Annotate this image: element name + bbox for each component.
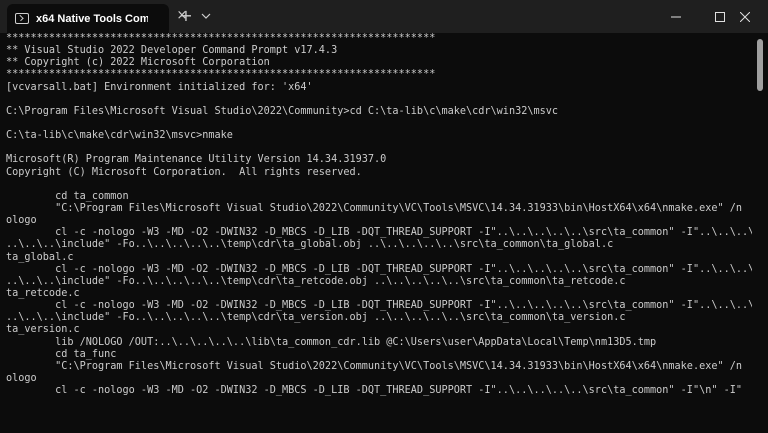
terminal-line: C:\Program Files\Microsoft Visual Studio…	[6, 105, 559, 117]
terminal-line: ****************************************…	[6, 33, 436, 44]
terminal-line: ta_retcode.c	[6, 287, 80, 299]
terminal-line: ..\..\..\include" -Fo..\..\..\..\..\temp…	[6, 275, 626, 287]
terminal-line: Copyright (C) Microsoft Corporation. All…	[6, 166, 362, 178]
terminal-line: "C:\Program Files\Microsoft Visual Studi…	[6, 360, 743, 372]
terminal-line: ..\..\..\include" -Fo..\..\..\..\..\temp…	[6, 239, 614, 251]
terminal-line: lib /NOLOGO /OUT:..\..\..\..\..\lib\ta_c…	[6, 336, 657, 348]
minimize-icon[interactable]	[653, 0, 699, 33]
terminal-line: "C:\Program Files\Microsoft Visual Studi…	[6, 202, 743, 214]
console-text: ****************************************…	[6, 33, 752, 397]
tab-title: x64 Native Tools Command Pr	[36, 12, 148, 25]
terminal-line: cd ta_common	[6, 190, 129, 202]
scrollbar-thumb[interactable]	[757, 39, 763, 91]
new-tab-button[interactable]: +	[177, 6, 195, 26]
terminal-window: x64 Native Tools Command Pr × + ********…	[0, 0, 768, 433]
close-window-icon[interactable]	[722, 0, 768, 33]
terminal-line: ologo	[6, 215, 37, 227]
chevron-down-icon[interactable]	[199, 6, 213, 26]
terminal-line: ologo	[6, 372, 37, 384]
terminal-line: ** Visual Studio 2022 Developer Command …	[6, 45, 338, 57]
terminal-line: ** Copyright (c) 2022 Microsoft Corporat…	[6, 57, 270, 69]
terminal-output[interactable]: ****************************************…	[0, 33, 752, 433]
tab-x64-native-tools[interactable]: x64 Native Tools Command Pr	[7, 4, 169, 33]
terminal-line: ta_global.c	[6, 251, 74, 263]
terminal-line: ****************************************…	[6, 69, 436, 81]
vertical-scrollbar[interactable]	[752, 33, 768, 433]
title-bar[interactable]: x64 Native Tools Command Pr × +	[0, 0, 768, 33]
terminal-line: ..\..\..\include" -Fo..\..\..\..\..\temp…	[6, 312, 626, 324]
terminal-line: cl -c -nologo -W3 -MD -O2 -DWIN32 -D_MBC…	[6, 300, 752, 312]
terminal-line: cl -c -nologo -W3 -MD -O2 -DWIN32 -D_MBC…	[6, 227, 752, 239]
terminal-line: [vcvarsall.bat] Environment initialized …	[6, 81, 313, 93]
terminal-line: C:\ta-lib\c\make\cdr\win32\msvc>nmake	[6, 130, 233, 142]
terminal-line: Microsoft(R) Program Maintenance Utility…	[6, 154, 387, 166]
terminal-line: cl -c -nologo -W3 -MD -O2 -DWIN32 -D_MBC…	[6, 263, 752, 275]
terminal-icon	[15, 13, 29, 24]
terminal-line: cd ta_func	[6, 348, 117, 360]
terminal-line: ta_version.c	[6, 324, 80, 336]
terminal-line: cl -c -nologo -W3 -MD -O2 -DWIN32 -D_MBC…	[6, 385, 743, 397]
